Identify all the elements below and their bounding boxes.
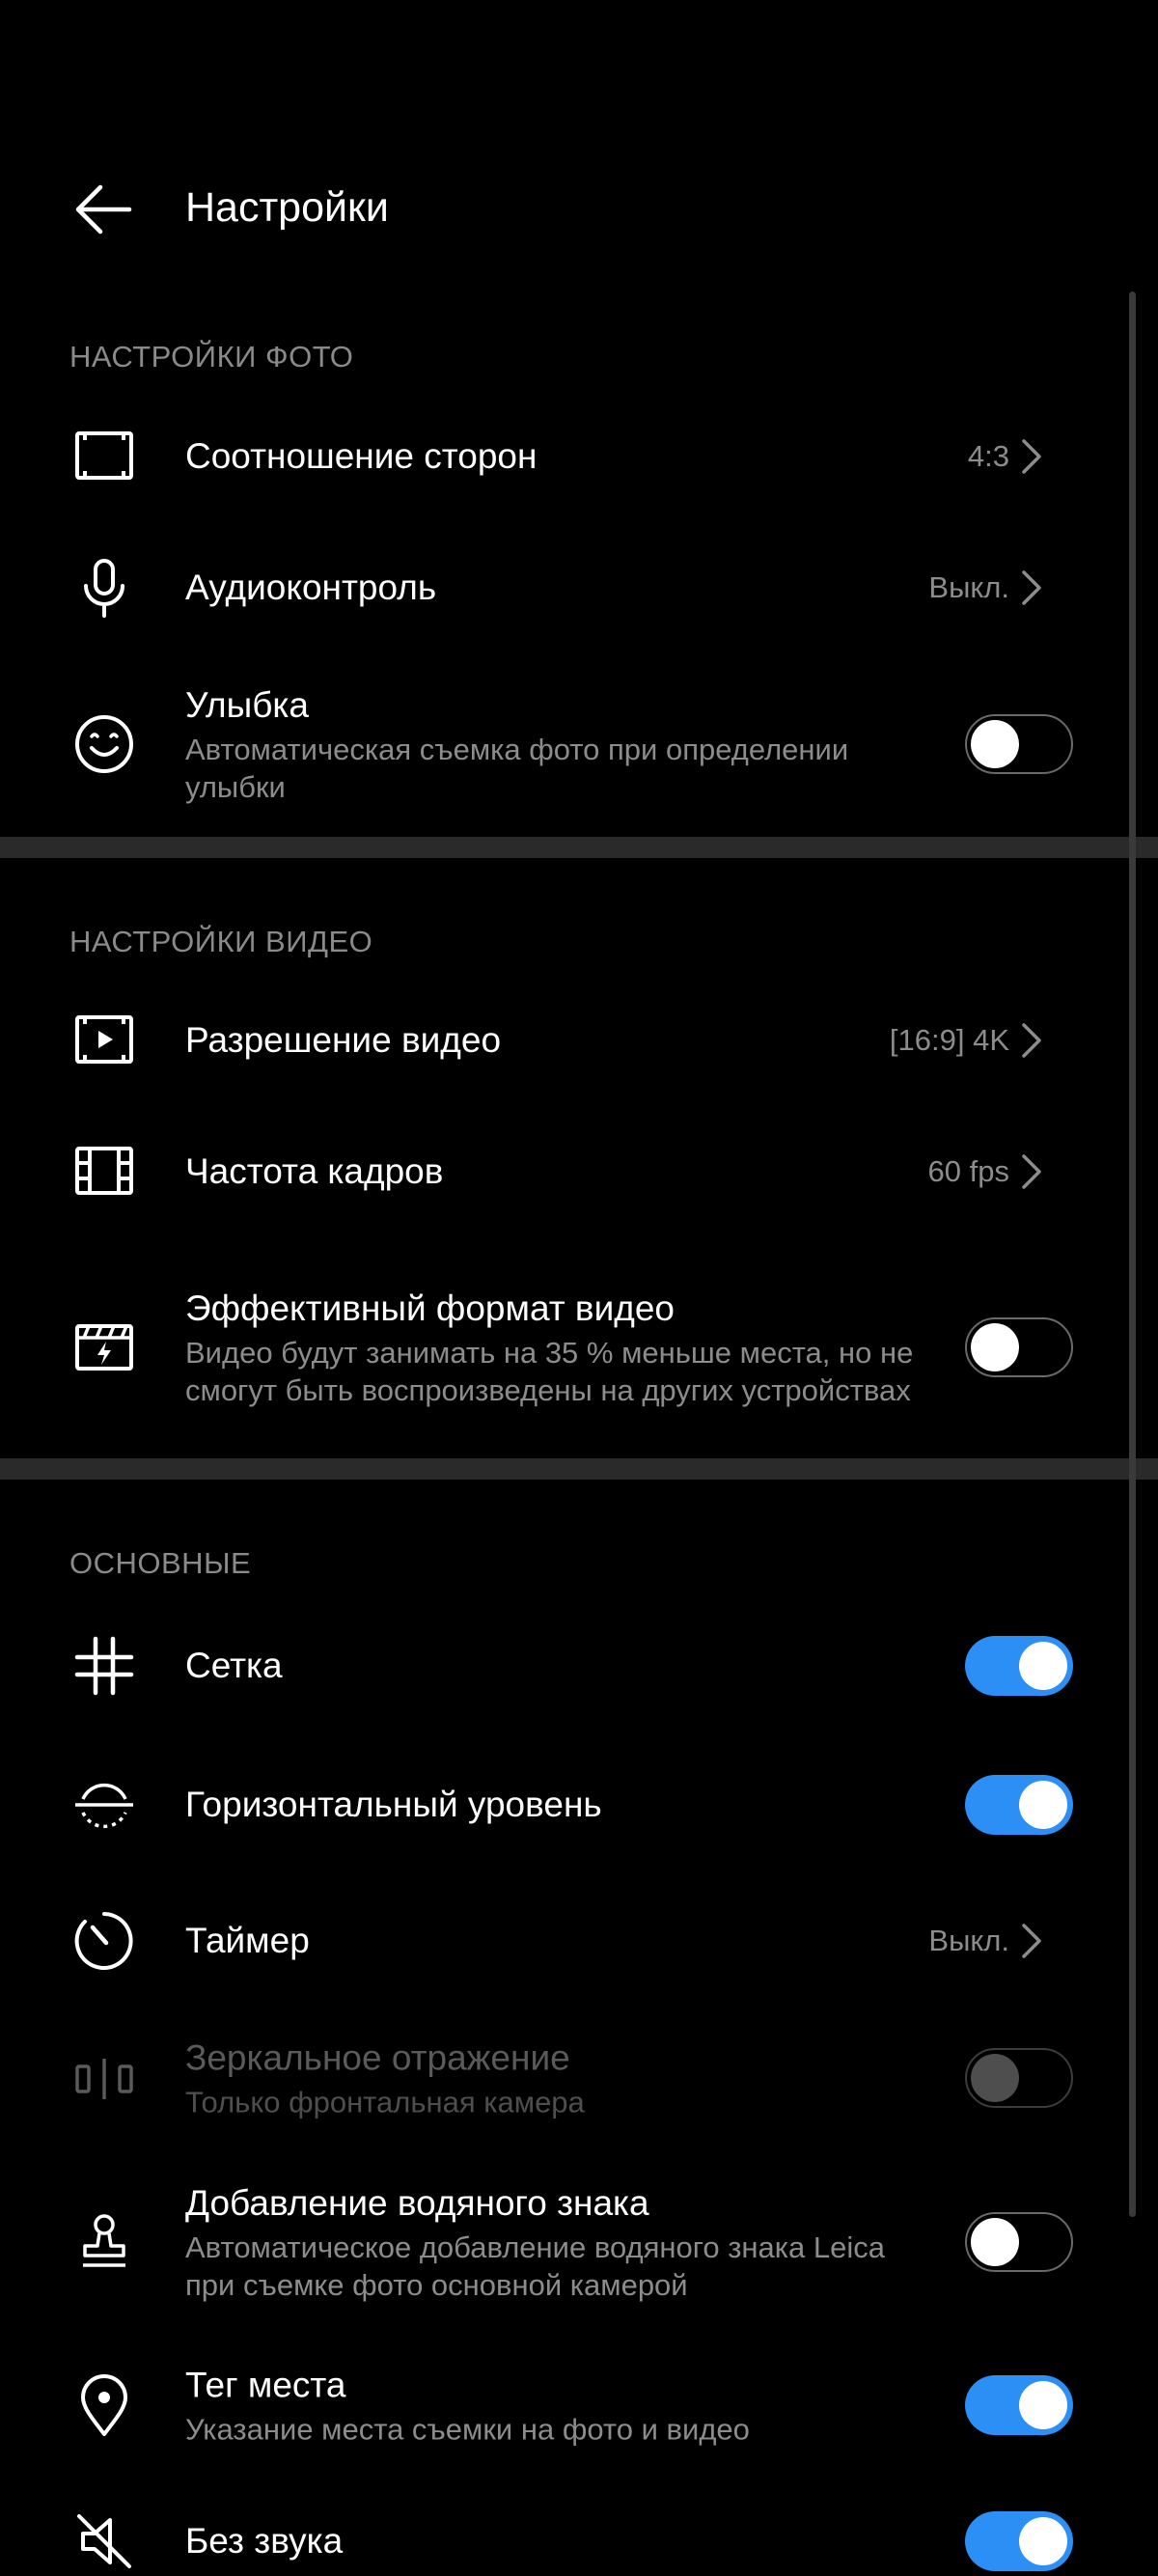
setting-label: Тег места (185, 2365, 346, 2405)
app-header: Настройки (0, 154, 1158, 261)
setting-label: Зеркальное отражение (185, 2037, 570, 2078)
setting-value: 60 fps (927, 1154, 1009, 1188)
smile-icon (69, 709, 139, 779)
chevron-right-icon (1022, 570, 1041, 605)
setting-label: Горизонтальный уровень (185, 1785, 602, 1824)
toggle-knob (971, 1323, 1019, 1371)
location-tag-toggle[interactable] (965, 2375, 1073, 2435)
section-divider (0, 837, 1158, 858)
setting-label: Таймер (185, 1921, 310, 1960)
toggle-knob (971, 2054, 1019, 2102)
microphone-icon (69, 553, 139, 623)
section-divider (0, 1458, 1158, 1480)
back-button[interactable] (69, 176, 137, 243)
toggle-knob (1019, 1642, 1067, 1690)
setting-label: Эффективный формат видео (185, 1288, 675, 1328)
page-title: Настройки (185, 184, 389, 231)
setting-value: Выкл. (928, 1924, 1009, 1957)
arrow-left-icon (75, 184, 132, 235)
setting-value: 4:3 (967, 439, 1009, 473)
section-title-general: ОСНОВНЫЕ (69, 1546, 252, 1580)
aspect-ratio-icon (69, 422, 139, 491)
setting-description: Видео будут занимать на 35 % меньше мест… (185, 1336, 914, 1407)
timer-icon (69, 1906, 139, 1976)
setting-value: Выкл. (928, 570, 1009, 604)
horizontal-level-toggle[interactable] (965, 1775, 1073, 1835)
chevron-right-icon (1022, 1023, 1041, 1058)
watermark-stamp-icon (69, 2207, 139, 2277)
toggle-knob (1019, 2381, 1067, 2429)
scrollbar[interactable] (1129, 291, 1136, 2217)
toggle-knob (971, 720, 1019, 768)
chevron-right-icon (1022, 439, 1041, 474)
setting-description: Автоматическая съемка фото при определен… (185, 733, 849, 804)
section-title-video: НАСТРОЙКИ ВИДЕО (69, 925, 373, 958)
setting-description: Указание места съемки на фото и видео (185, 2412, 750, 2447)
location-pin-icon (69, 2370, 139, 2440)
setting-label: Без звука (185, 2521, 344, 2561)
grid-icon (69, 1631, 139, 1701)
efficient-video-icon (69, 1313, 139, 1382)
toggle-knob (1019, 2517, 1067, 2565)
setting-label: Соотношение сторон (185, 436, 538, 476)
setting-label: Разрешение видео (185, 1020, 502, 1060)
toggle-knob (1019, 1781, 1067, 1829)
smile-toggle[interactable] (965, 714, 1073, 774)
section-title-photo: НАСТРОЙКИ ФОТО (69, 340, 354, 374)
watermark-toggle[interactable] (965, 2212, 1073, 2272)
setting-label: Аудиоконтроль (185, 568, 437, 607)
efficient-video-toggle[interactable] (965, 1317, 1073, 1377)
setting-label: Добавление водяного знака (185, 2183, 649, 2223)
video-resolution-icon (69, 1006, 139, 1075)
setting-value: [16:9] 4K (889, 1023, 1009, 1057)
toggle-knob (971, 2218, 1019, 2266)
mute-icon (69, 2507, 139, 2576)
mute-toggle[interactable] (965, 2511, 1073, 2571)
setting-label: Частота кадров (185, 1151, 444, 1191)
chevron-right-icon (1022, 1154, 1041, 1189)
film-icon (69, 1137, 139, 1206)
setting-description: Автоматическое добавление водяного знака… (185, 2230, 886, 2302)
mirror-toggle (965, 2048, 1073, 2108)
grid-toggle[interactable] (965, 1636, 1073, 1696)
chevron-right-icon (1022, 1924, 1041, 1958)
mirror-icon (69, 2043, 139, 2113)
horizontal-level-icon (69, 1770, 139, 1840)
setting-label: Сетка (185, 1646, 283, 1685)
setting-label: Улыбка (185, 685, 309, 725)
setting-description: Только фронтальная камера (185, 2085, 585, 2119)
